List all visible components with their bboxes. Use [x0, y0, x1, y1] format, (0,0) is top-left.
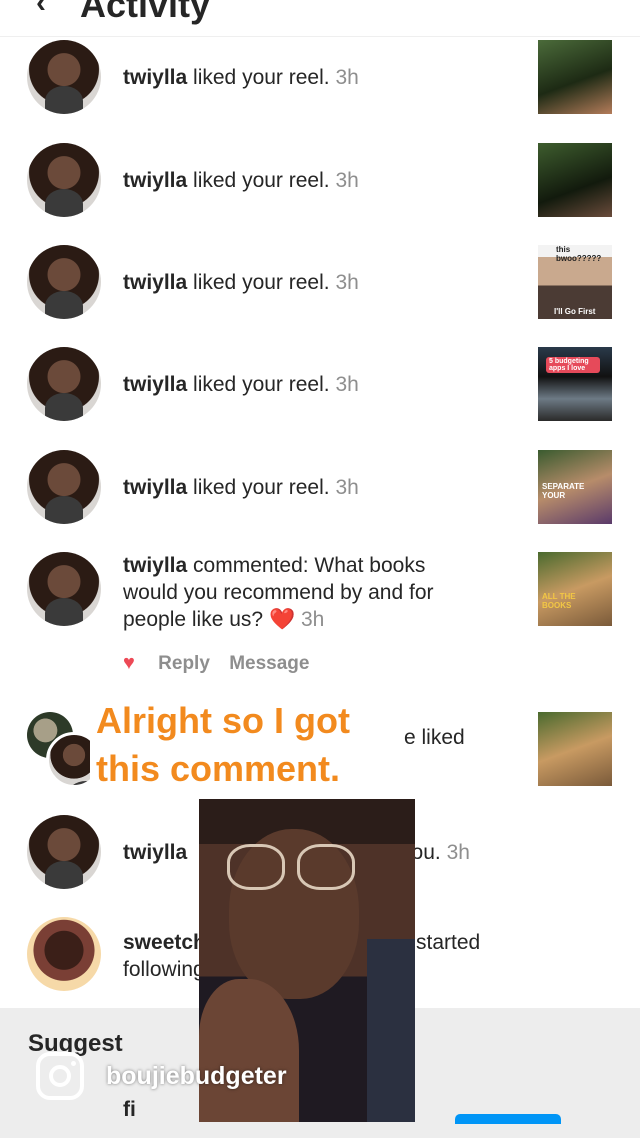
- comment-line: people like us?: [123, 608, 264, 631]
- timestamp: 3h: [300, 608, 325, 631]
- reel-thumbnail[interactable]: SEPARATE YOUR: [538, 450, 612, 524]
- notification-text: twiylla liked your reel. 3h: [123, 167, 359, 194]
- notification-row[interactable]: twiylla liked your reel. 3h: [0, 40, 640, 116]
- thumbnail-caption: SEPARATE YOUR: [542, 482, 585, 500]
- clothing: [367, 939, 415, 1122]
- notification-text: twiylla liked your reel. 3h: [123, 64, 359, 91]
- reel-thumbnail[interactable]: [538, 143, 612, 217]
- username[interactable]: twiylla: [123, 373, 187, 396]
- notification-text: e liked: [404, 726, 465, 749]
- timestamp: 3h: [335, 476, 359, 499]
- notification-row[interactable]: twiylla liked your reel. 3h this bwoo???…: [0, 245, 640, 321]
- notification-text: twiylla liked your reel. 3h: [123, 269, 359, 296]
- avatar[interactable]: [27, 143, 101, 217]
- reel-thumbnail[interactable]: [538, 40, 612, 114]
- reel-thumbnail[interactable]: ALL THE BOOKS: [538, 552, 612, 626]
- timestamp: 3h: [335, 169, 359, 192]
- hand-with-mic: [199, 979, 299, 1122]
- reel-thumbnail[interactable]: 5 budgeting apps I love: [538, 347, 612, 421]
- suggested-name: fi: [123, 1098, 136, 1121]
- activity-header: ‹ Activity: [0, 0, 640, 37]
- username[interactable]: twiylla: [123, 476, 187, 499]
- notification-action: liked your reel.: [193, 373, 330, 396]
- notification-action: liked your reel.: [193, 169, 330, 192]
- thumbnail-caption: I'll Go First: [554, 307, 596, 316]
- timestamp: 3h: [335, 271, 359, 294]
- username[interactable]: twiylla: [123, 841, 187, 864]
- comment-text: twiylla commented: What books would you …: [123, 552, 434, 633]
- timestamp: 3h: [335, 66, 359, 89]
- avatar[interactable]: [27, 552, 101, 626]
- avatar[interactable]: [27, 917, 101, 991]
- avatar[interactable]: [27, 450, 101, 524]
- thumbnail-caption: 5 budgeting apps I love: [546, 357, 600, 373]
- message-button[interactable]: Message: [229, 653, 309, 674]
- caption-line: this comment.: [96, 748, 341, 789]
- username[interactable]: twiylla: [123, 554, 187, 577]
- comment-line: would you recommend by and for: [123, 581, 434, 604]
- avatar[interactable]: [27, 245, 101, 319]
- back-arrow-icon[interactable]: ‹: [36, 0, 46, 20]
- reel-thumbnail[interactable]: this bwoo????? I'll Go First: [538, 245, 612, 319]
- username[interactable]: twiylla: [123, 169, 187, 192]
- avatar[interactable]: [27, 815, 101, 889]
- notification-action: liked your reel.: [193, 66, 330, 89]
- timestamp: 3h: [446, 841, 470, 864]
- notification-text: twiylla liked your reel. 3h: [123, 371, 359, 398]
- username[interactable]: sweetch: [123, 931, 206, 954]
- follow-button[interactable]: [455, 1114, 561, 1124]
- glasses-icon: [227, 844, 355, 890]
- notification-action: liked your reel.: [193, 476, 330, 499]
- instagram-logo-icon: [36, 1052, 84, 1100]
- notification-text: started: [416, 931, 481, 954]
- thumbnail-caption: this bwoo?????: [556, 245, 602, 263]
- like-heart-icon[interactable]: ♥: [123, 652, 135, 674]
- comment-notification[interactable]: twiylla commented: What books would you …: [0, 552, 640, 682]
- caption-line: Alright so I got: [96, 700, 350, 741]
- avatar[interactable]: [27, 347, 101, 421]
- notification-action: liked your reel.: [193, 271, 330, 294]
- notification-text: twiylla: [123, 839, 187, 866]
- reply-button[interactable]: Reply: [158, 653, 210, 674]
- notification-row[interactable]: twiylla liked your reel. 3h: [0, 143, 640, 219]
- username[interactable]: twiylla: [123, 271, 187, 294]
- reel-thumbnail[interactable]: [538, 712, 612, 786]
- notification-line: following: [123, 958, 205, 981]
- notification-row[interactable]: twiylla liked your reel. 3h 5 budgeting …: [0, 347, 640, 423]
- comment-line: commented: What books: [193, 554, 426, 577]
- avatar[interactable]: [27, 40, 101, 114]
- watermark-handle: boujiebudgeter: [106, 1062, 287, 1090]
- notification-row[interactable]: twiylla liked your reel. 3h SEPARATE YOU…: [0, 450, 640, 526]
- caption-overlay: Alright so I got this comment.: [90, 697, 356, 793]
- notification-text: twiylla liked your reel. 3h: [123, 474, 359, 501]
- timestamp: 3h: [335, 373, 359, 396]
- thumbnail-caption: ALL THE BOOKS: [542, 592, 576, 610]
- username[interactable]: twiylla: [123, 66, 187, 89]
- comment-actions: ♥ Reply Message: [123, 652, 309, 675]
- heart-emoji: ❤️: [268, 608, 296, 631]
- notification-text: sweetch following: [123, 929, 206, 983]
- page-title: Activity: [80, 0, 211, 25]
